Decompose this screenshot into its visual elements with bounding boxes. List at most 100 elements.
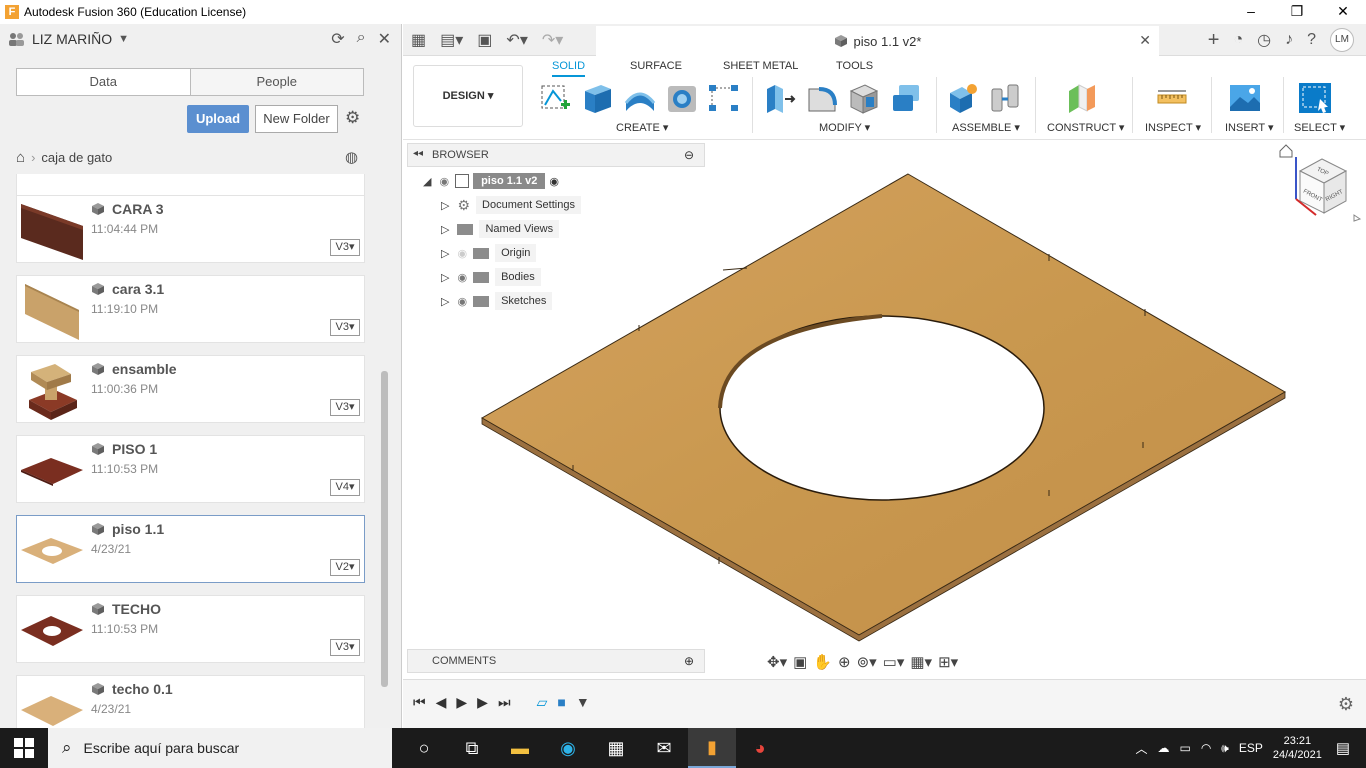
windows-start-icon[interactable]: [14, 738, 34, 758]
help-icon[interactable]: ?: [1307, 31, 1316, 49]
go-to-end-icon[interactable]: ⏭: [498, 694, 511, 711]
fit-icon[interactable]: ⊚▾: [857, 653, 877, 671]
timeline-marker-icon[interactable]: ▼: [576, 694, 590, 711]
new-folder-button[interactable]: New Folder: [255, 105, 338, 133]
play-icon[interactable]: ▶: [456, 694, 467, 711]
look-at-icon[interactable]: ▣: [793, 653, 807, 671]
browser-item-named-views[interactable]: ▷ Named Views: [441, 219, 560, 239]
globe-icon[interactable]: ◍: [345, 148, 358, 166]
minimize-button[interactable]: –: [1228, 0, 1274, 24]
expand-arrow-icon[interactable]: ▷: [441, 247, 449, 260]
chrome-icon[interactable]: ◕: [736, 728, 784, 768]
avatar[interactable]: LM: [1330, 28, 1354, 52]
create-menu[interactable]: CREATE ▾: [616, 121, 668, 134]
list-item[interactable]: TECHO 11:10:53 PM V3▾: [16, 595, 365, 663]
data-panel-scrollbar[interactable]: [381, 371, 388, 687]
expand-arrow-icon[interactable]: ▷: [441, 223, 449, 236]
activate-radio-icon[interactable]: ◉: [549, 175, 559, 188]
mail-icon[interactable]: ✉: [640, 728, 688, 768]
new-tab-icon[interactable]: +: [1208, 29, 1220, 52]
edge-icon[interactable]: ◉: [544, 728, 592, 768]
browser-item-origin[interactable]: ▷ ◉ Origin: [441, 243, 537, 263]
extrude-feature-icon[interactable]: ■: [557, 694, 565, 711]
volume-icon[interactable]: 🕪: [1221, 741, 1229, 756]
tab-data[interactable]: Data: [17, 69, 190, 95]
press-pull-icon[interactable]: [763, 81, 797, 115]
eye-hidden-icon[interactable]: ◉: [457, 247, 467, 260]
shell-icon[interactable]: [847, 81, 881, 115]
fusion-taskbar-icon[interactable]: ▮: [688, 728, 736, 768]
create-sketch-icon[interactable]: [539, 81, 573, 115]
gear-icon[interactable]: ⚙: [345, 108, 360, 128]
home-icon[interactable]: ⌂: [16, 149, 25, 166]
orbit-icon[interactable]: ✥▾: [767, 653, 787, 671]
comments-panel-header[interactable]: COMMENTS ⊕: [407, 649, 705, 673]
sketch-feature-icon[interactable]: ▱: [537, 694, 548, 711]
undo-icon[interactable]: ↶▾: [506, 30, 527, 50]
browser-item-bodies[interactable]: ▷ ◉ Bodies: [441, 267, 541, 287]
grid-settings-icon[interactable]: ▦▾: [910, 653, 932, 671]
tab-people[interactable]: People: [189, 69, 363, 95]
version-badge[interactable]: V3▾: [330, 399, 360, 416]
language-indicator[interactable]: ESP: [1239, 741, 1263, 755]
extensions-icon[interactable]: ◔: [1233, 31, 1243, 49]
breadcrumb-folder[interactable]: caja de gato: [41, 150, 112, 165]
viewcube[interactable]: TOP FRONT RIGHT: [1276, 141, 1366, 231]
expand-arrow-icon[interactable]: ▷: [441, 199, 449, 212]
file-menu-icon[interactable]: ▤▾: [440, 30, 463, 50]
cloud-icon[interactable]: ☁: [1157, 741, 1169, 755]
pattern-icon[interactable]: [707, 81, 741, 115]
go-to-start-icon[interactable]: ⏮: [413, 694, 426, 711]
job-status-icon[interactable]: ◷: [1257, 30, 1271, 50]
eye-icon[interactable]: ◉: [457, 295, 467, 308]
list-item[interactable]: cara 3.1 11:19:10 PM V3▾: [16, 275, 365, 343]
insert-menu[interactable]: INSERT ▾: [1225, 121, 1274, 134]
assemble-menu[interactable]: ASSEMBLE ▾: [952, 121, 1020, 134]
store-icon[interactable]: ▦: [592, 728, 640, 768]
gear-icon[interactable]: ⚙: [1338, 694, 1354, 715]
collapse-icon[interactable]: ◢: [423, 175, 431, 188]
cortana-icon[interactable]: ○: [400, 728, 448, 768]
modify-menu[interactable]: MODIFY ▾: [819, 121, 870, 134]
insert-image-icon[interactable]: [1228, 81, 1262, 115]
close-tab-icon[interactable]: ✕: [1139, 32, 1151, 49]
zoom-icon[interactable]: ⊕: [838, 653, 851, 671]
step-forward-icon[interactable]: ▶: [477, 694, 488, 711]
pan-icon[interactable]: ✋: [813, 653, 832, 671]
display-settings-icon[interactable]: ▭▾: [883, 653, 905, 671]
version-badge[interactable]: V2▾: [330, 559, 360, 576]
revolve-icon[interactable]: [623, 81, 657, 115]
maximize-button[interactable]: ❐: [1274, 0, 1320, 24]
select-icon[interactable]: [1298, 81, 1332, 115]
tab-solid[interactable]: SOLID: [552, 60, 586, 77]
task-view-icon[interactable]: ⧉: [448, 728, 496, 768]
version-badge[interactable]: V3▾: [330, 239, 360, 256]
select-menu[interactable]: SELECT ▾: [1294, 121, 1345, 134]
expand-arrow-icon[interactable]: ▷: [441, 295, 449, 308]
close-window-button[interactable]: ✕: [1320, 0, 1366, 24]
joint-icon[interactable]: [988, 81, 1022, 115]
hole-icon[interactable]: [665, 81, 699, 115]
workspace-switcher[interactable]: DESIGN ▾: [413, 65, 523, 127]
close-panel-icon[interactable]: ✕: [378, 29, 391, 49]
step-back-icon[interactable]: ◀: [436, 694, 447, 711]
collapse-browser-icon[interactable]: ◂◂: [413, 148, 423, 159]
version-badge[interactable]: V3▾: [330, 319, 360, 336]
add-comment-icon[interactable]: ⊕: [684, 654, 694, 668]
new-component-icon[interactable]: [946, 81, 980, 115]
list-item[interactable]: piso 1.1 4/23/21 V2▾: [16, 515, 365, 583]
wifi-icon[interactable]: ◠: [1201, 741, 1211, 755]
save-icon[interactable]: ▣: [477, 30, 492, 50]
tab-tools[interactable]: TOOLS: [836, 60, 873, 72]
browser-item-sketches[interactable]: ▷ ◉ Sketches: [441, 291, 553, 311]
minus-icon[interactable]: ⊖: [684, 148, 694, 162]
eye-icon[interactable]: ◉: [439, 175, 449, 188]
chevron-down-icon[interactable]: ▼: [118, 33, 129, 45]
clock[interactable]: 23:21 24/4/2021: [1273, 734, 1322, 762]
upload-button[interactable]: Upload: [187, 105, 249, 133]
construct-menu[interactable]: CONSTRUCT ▾: [1047, 121, 1124, 134]
browser-root[interactable]: ◢ ◉ piso 1.1 v2 ◉: [423, 171, 559, 191]
canvas-viewport[interactable]: ◂◂ BROWSER ⊖ ◢ ◉ piso 1.1 v2 ◉ ▷ ⚙ Docum…: [403, 141, 1366, 678]
action-center-icon[interactable]: ▤: [1336, 739, 1350, 757]
user-name[interactable]: LIZ MARIÑO: [32, 31, 112, 47]
